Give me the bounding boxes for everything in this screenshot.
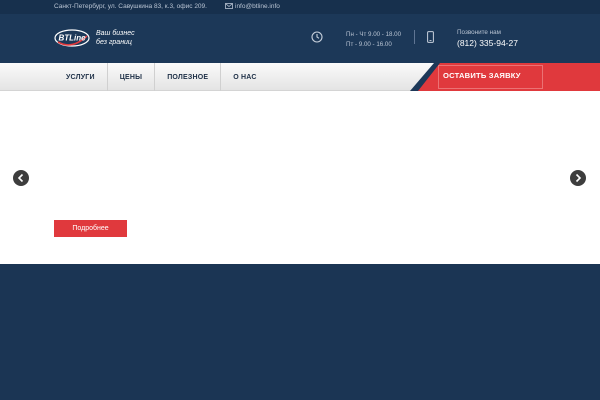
mobile-phone-icon <box>427 31 434 43</box>
site-header: BTLine Ваш бизнес без границ Пн - Чт 9.0… <box>0 14 600 63</box>
nav-item-useful[interactable]: ПОЛЕЗНОЕ <box>155 63 222 91</box>
call-us-label: Позвоните нам <box>457 29 501 36</box>
nav-menu: УСЛУГИ ЦЕНЫ ПОЛЕЗНОЕ О НАС <box>54 63 269 91</box>
more-details-button[interactable]: Подробнее <box>54 220 127 237</box>
top-info-bar: Санкт-Петербург, ул. Савушкина 83, к.3, … <box>0 0 600 14</box>
logo-text: BTLine <box>58 34 86 43</box>
cta-label: ОСТАВИТЬ ЗАЯВКУ <box>443 71 521 80</box>
slogan-line-2: без границ <box>96 39 132 46</box>
hours-friday: Пт - 9.00 - 16.00 <box>346 41 392 48</box>
hours-weekdays: Пн - Чт 9.00 - 18.00 <box>346 31 402 38</box>
hero-slider: Подробнее <box>0 91 600 264</box>
chevron-left-icon <box>17 173 24 183</box>
leave-request-button[interactable]: ОСТАВИТЬ ЗАЯВКУ <box>410 63 600 91</box>
address-text: Санкт-Петербург, ул. Савушкина 83, к.3, … <box>54 3 207 10</box>
slogan: Ваш бизнес без границ <box>96 29 135 47</box>
slogan-line-1: Ваш бизнес <box>96 30 135 37</box>
slider-next-button[interactable] <box>570 170 586 186</box>
nav-item-services[interactable]: УСЛУГИ <box>54 63 108 91</box>
chevron-right-icon <box>575 173 582 183</box>
nav-item-prices[interactable]: ЦЕНЫ <box>108 63 156 91</box>
email-link[interactable]: info@btline.info <box>235 3 280 10</box>
phone-number[interactable]: (812) 335-94-27 <box>457 38 518 48</box>
working-hours: Пн - Чт 9.00 - 18.00 Пт - 9.00 - 16.00 <box>346 30 401 50</box>
mail-icon <box>225 3 233 9</box>
slider-prev-button[interactable] <box>13 170 29 186</box>
btline-logo[interactable]: BTLine <box>54 28 90 48</box>
header-divider <box>414 30 415 44</box>
clock-icon <box>311 31 323 43</box>
nav-item-about[interactable]: О НАС <box>221 63 268 91</box>
content-band <box>0 264 600 400</box>
